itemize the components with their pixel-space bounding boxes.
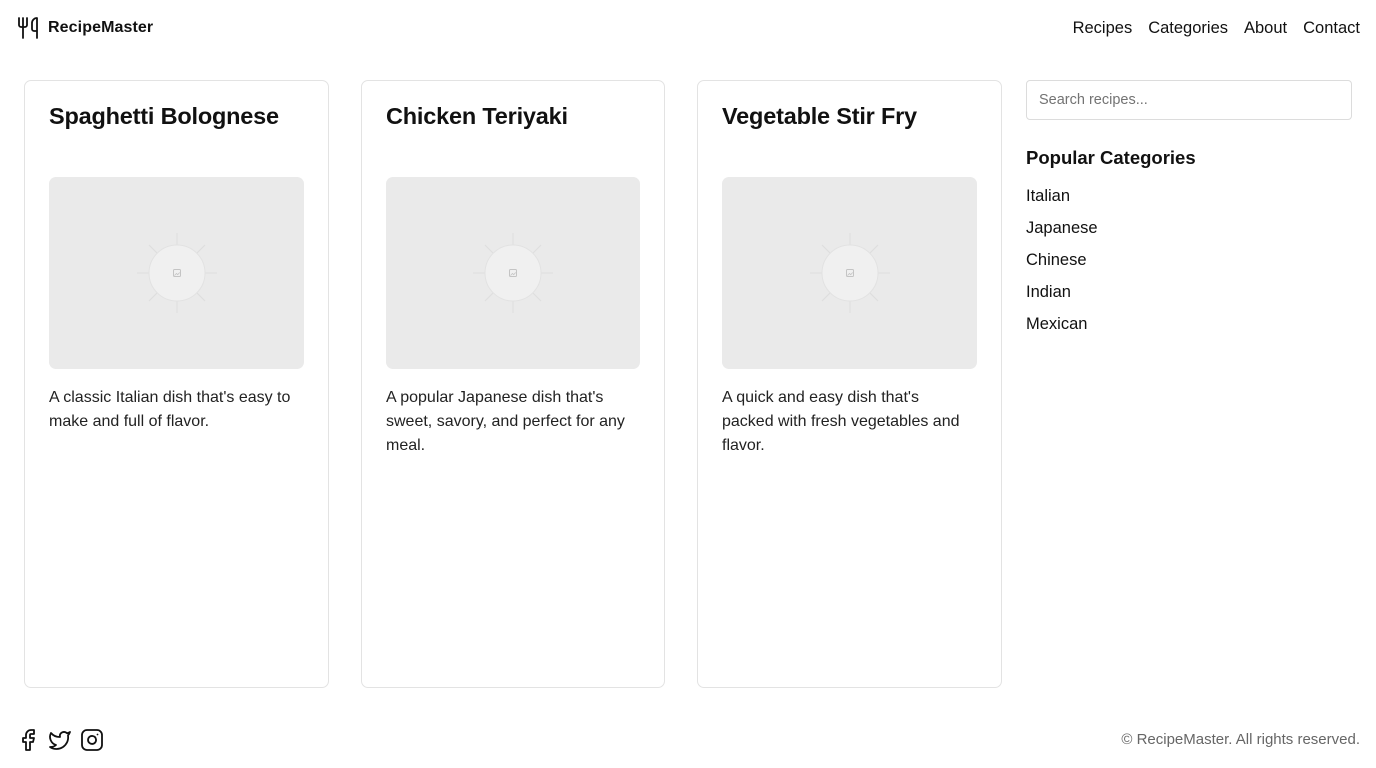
facebook-icon[interactable] [16, 728, 40, 752]
brand[interactable]: RecipeMaster [16, 16, 153, 40]
recipe-title[interactable]: Chicken Teriyaki [386, 103, 568, 130]
sidebar: Popular Categories Italian Japanese Chin… [1026, 80, 1352, 344]
recipe-card[interactable]: Chicken Teriyaki A popular Japanese dish… [361, 80, 665, 688]
category-list: Italian Japanese Chinese Indian Mexican [1026, 184, 1352, 344]
copyright-text: © RecipeMaster. All rights reserved. [1121, 731, 1360, 748]
top-navigation-bar: RecipeMaster Recipes Categories About Co… [0, 0, 1376, 56]
recipe-image[interactable] [49, 177, 304, 369]
recipe-card[interactable]: Spaghetti Bolognese A classic Italian di… [24, 80, 329, 688]
nav-link-recipes[interactable]: Recipes [1073, 19, 1133, 38]
recipe-description: A popular Japanese dish that's sweet, sa… [386, 389, 625, 454]
twitter-icon[interactable] [48, 728, 72, 752]
category-link-mexican[interactable]: Mexican [1026, 312, 1352, 344]
recipe-description: A quick and easy dish that's packed with… [722, 389, 960, 454]
image-placeholder-icon [136, 233, 217, 313]
recipe-title[interactable]: Vegetable Stir Fry [722, 103, 917, 130]
recipe-image[interactable] [386, 177, 640, 369]
nav-link-categories[interactable]: Categories [1148, 19, 1228, 38]
image-placeholder-icon [473, 233, 553, 313]
category-link-chinese[interactable]: Chinese [1026, 248, 1352, 280]
category-link-japanese[interactable]: Japanese [1026, 216, 1352, 248]
category-link-indian[interactable]: Indian [1026, 280, 1352, 312]
brand-name: RecipeMaster [48, 19, 154, 36]
recipe-description: A classic Italian dish that's easy to ma… [49, 389, 291, 430]
utensils-icon [18, 17, 38, 39]
nav-link-about[interactable]: About [1244, 19, 1287, 38]
instagram-icon[interactable] [80, 728, 104, 752]
search-input[interactable] [1026, 80, 1352, 120]
recipe-card[interactable]: Vegetable Stir Fry A quick and easy dish… [697, 80, 1002, 688]
popular-categories-heading: Popular Categories [1026, 147, 1196, 168]
social-links [16, 728, 112, 752]
recipe-title[interactable]: Spaghetti Bolognese [49, 103, 279, 130]
main-nav: Recipes Categories About Contact [1073, 16, 1360, 40]
image-placeholder-icon [809, 233, 890, 313]
recipe-image[interactable] [722, 177, 977, 369]
nav-link-contact[interactable]: Contact [1303, 19, 1360, 38]
category-link-italian[interactable]: Italian [1026, 184, 1352, 216]
footer: © RecipeMaster. All rights reserved. [0, 724, 1376, 756]
